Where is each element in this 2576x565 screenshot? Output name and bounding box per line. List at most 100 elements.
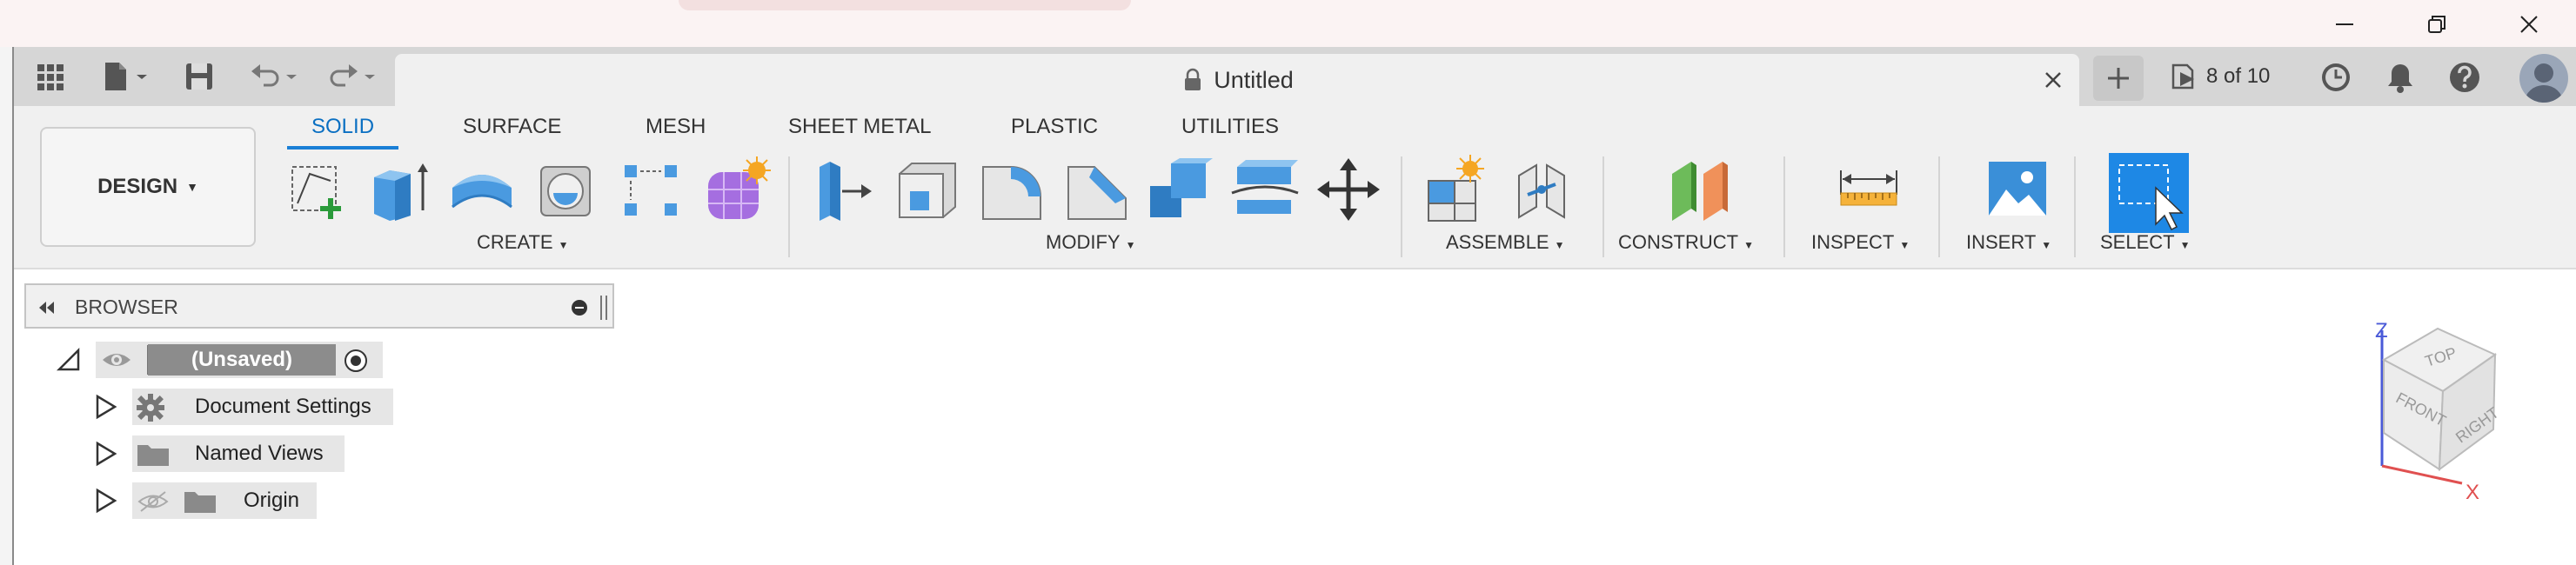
construct-menu[interactable]: CONSTRUCT ▼ [1618, 231, 1754, 257]
move-copy-button[interactable] [1314, 155, 1383, 224]
gear-icon [137, 394, 164, 422]
new-tab-button[interactable] [2093, 56, 2144, 101]
combine-button[interactable] [1145, 155, 1214, 224]
close-window-button[interactable] [2499, 7, 2559, 42]
bell-icon[interactable] [2382, 59, 2419, 96]
tree-node-document-settings[interactable]: Document Settings [89, 388, 393, 426]
split-body-icon [1231, 160, 1299, 214]
chevron-down-icon [137, 75, 147, 79]
pin-panel-icon[interactable] [571, 299, 588, 316]
chevron-down-icon: ▼ [2179, 239, 2191, 251]
redo-button[interactable] [322, 59, 383, 94]
assemble-menu[interactable]: ASSEMBLE ▼ [1446, 231, 1565, 257]
minimize-icon [2336, 23, 2353, 25]
pattern-button[interactable] [618, 155, 687, 224]
fillet-button[interactable] [976, 155, 1046, 224]
tree-node-named-views[interactable]: Named Views [89, 435, 350, 473]
create-form-button[interactable] [703, 155, 773, 224]
collapse-panel-icon[interactable] [35, 296, 59, 320]
revolve-button[interactable] [447, 155, 517, 224]
active-tab-indicator [287, 146, 398, 150]
document-title: Untitled [1214, 66, 1294, 93]
chevron-down-icon: ▼ [1125, 239, 1136, 251]
select-menu[interactable]: SELECT ▼ [2100, 231, 2190, 257]
offset-plane-button[interactable] [1665, 155, 1735, 224]
inspect-menu[interactable]: INSPECT ▼ [1811, 231, 1910, 257]
form-icon [708, 156, 771, 219]
select-button[interactable] [2109, 153, 2189, 233]
tab-solid[interactable]: SOLID [311, 115, 374, 150]
node-label: Origin [244, 489, 300, 512]
chevron-down-icon [365, 75, 375, 79]
axis-z-label: Z [2375, 319, 2388, 342]
modify-menu[interactable]: MODIFY ▼ [1046, 231, 1135, 257]
extrude-button[interactable] [365, 155, 435, 224]
chevron-down-icon: ▼ [558, 239, 569, 251]
shell-icon [899, 163, 956, 218]
insert-menu[interactable]: INSERT ▼ [1966, 231, 2051, 257]
create-sketch-button[interactable] [282, 155, 351, 224]
create-menu[interactable]: CREATE ▼ [477, 231, 569, 257]
view-cube-icon: Z X TOP FRONT RIGHT [2375, 319, 2502, 504]
restore-button[interactable] [2406, 7, 2467, 42]
job-status-button[interactable]: 8 of 10 [2168, 59, 2270, 94]
chevron-down-icon: ▼ [2041, 239, 2052, 251]
joint-button[interactable] [1507, 155, 1576, 224]
ribbon-divider [2074, 156, 2076, 257]
file-menu-button[interactable] [94, 59, 155, 94]
node-label: Named Views [195, 442, 324, 465]
close-tab-icon[interactable] [2039, 66, 2067, 94]
ribbon-toolbar: DESIGN ▼ SOLID SURFACE MESH SHEET METAL … [14, 106, 2576, 269]
expand-triangle-icon[interactable] [92, 441, 118, 467]
view-cube[interactable]: Z X TOP FRONT RIGHT [2349, 313, 2532, 504]
save-icon [186, 63, 212, 90]
plus-icon [2108, 68, 2129, 89]
ribbon-divider [788, 156, 790, 257]
node-label: Document Settings [195, 395, 371, 418]
browser-panel-header: BROWSER [24, 283, 614, 329]
ribbon-divider [1938, 156, 1940, 257]
workspace-switcher[interactable]: DESIGN ▼ [40, 127, 256, 247]
minimize-button[interactable] [2314, 7, 2375, 42]
insert-label: INSERT [1966, 231, 2037, 253]
modify-label: MODIFY [1046, 231, 1121, 253]
save-button[interactable] [179, 59, 219, 94]
tab-utilities[interactable]: UTILITIES [1181, 115, 1279, 150]
assemble-label: ASSEMBLE [1446, 231, 1549, 253]
fillet-chamfer-box-button[interactable] [893, 155, 962, 224]
expand-triangle-icon[interactable] [92, 488, 118, 514]
axis-x-label: X [2466, 481, 2479, 504]
data-panel-button[interactable] [31, 59, 71, 94]
hole-button[interactable] [532, 155, 602, 224]
tab-plastic[interactable]: PLASTIC [1011, 115, 1098, 150]
expand-triangle-icon[interactable] [92, 394, 118, 420]
insert-image-button[interactable] [1984, 155, 2053, 224]
chamfer-button[interactable] [1061, 155, 1131, 224]
root-node-label[interactable]: (Unsaved) [148, 344, 336, 376]
press-pull-button[interactable] [807, 155, 877, 224]
split-body-button[interactable] [1230, 155, 1300, 224]
measure-button[interactable] [1834, 155, 1904, 224]
tree-node-origin[interactable]: Origin [89, 482, 324, 520]
new-component-button[interactable] [1422, 155, 1491, 224]
user-icon [2525, 63, 2563, 103]
ribbon-divider [1401, 156, 1402, 257]
restore-icon [2428, 16, 2446, 33]
help-icon[interactable] [2446, 59, 2483, 96]
folder-icon [184, 492, 216, 513]
lock-icon [1185, 68, 1201, 90]
user-avatar[interactable] [2519, 54, 2568, 103]
undo-button[interactable] [244, 59, 304, 94]
panel-resize-handle[interactable] [600, 296, 607, 320]
clock-icon[interactable] [2318, 59, 2354, 96]
construct-label: CONSTRUCT [1618, 231, 1739, 253]
tab-surface[interactable]: SURFACE [463, 115, 561, 150]
eye-icon[interactable] [101, 348, 132, 372]
document-tab[interactable]: Untitled [395, 54, 2079, 106]
tab-mesh[interactable]: MESH [646, 115, 706, 150]
activate-radio-icon[interactable] [343, 348, 369, 374]
redo-icon [330, 64, 358, 87]
tab-sheet-metal[interactable]: SHEET METAL [788, 115, 931, 150]
collapse-triangle-icon[interactable] [56, 347, 82, 373]
eye-hidden-icon[interactable] [136, 489, 171, 515]
